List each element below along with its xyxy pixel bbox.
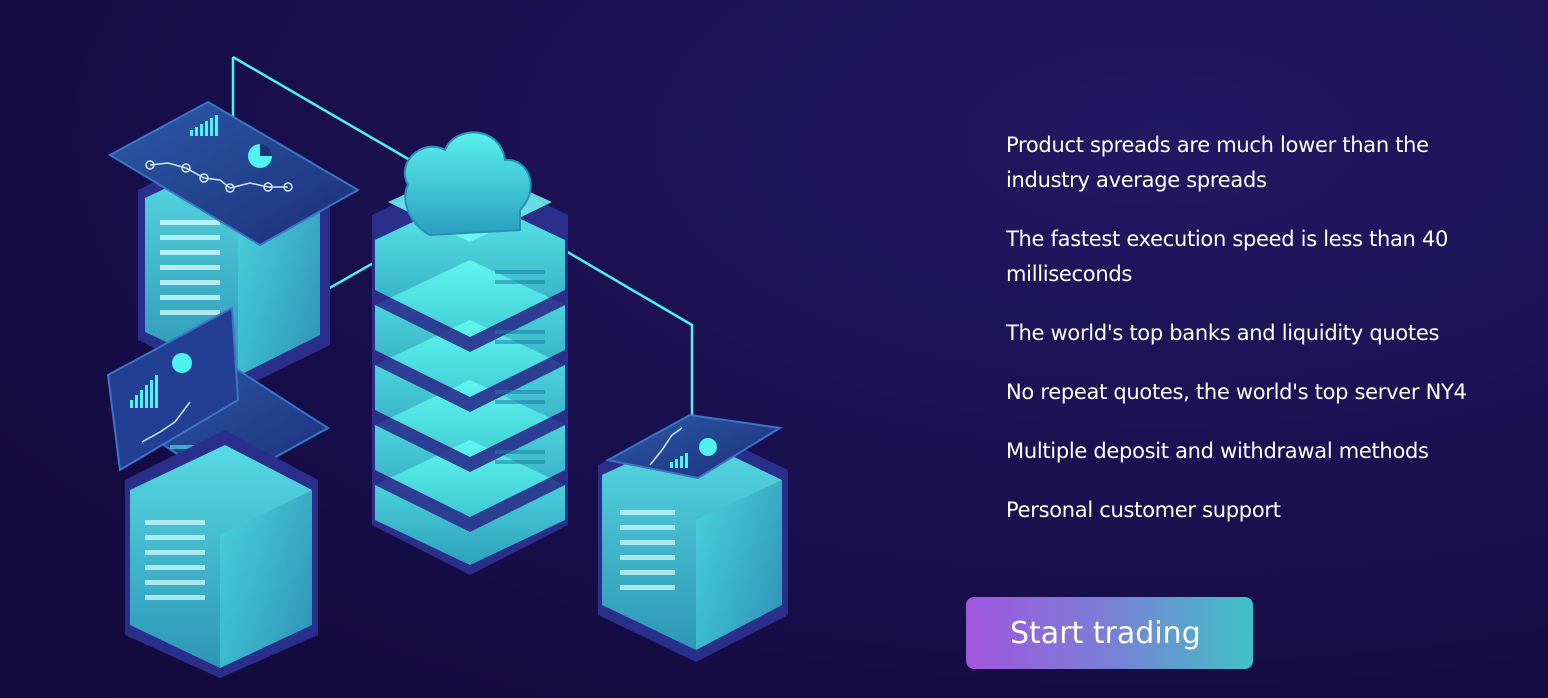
server-rack-icon	[125, 430, 318, 678]
cloud-icon	[403, 131, 532, 237]
feature-item: Personal customer support	[1006, 498, 1281, 522]
feature-item: Multiple deposit and withdrawal methods	[1006, 439, 1429, 463]
hero-section: Product spreads are much lower than the …	[0, 0, 1548, 698]
feature-item: The world's top banks and liquidity quot…	[1006, 321, 1440, 345]
feature-list: Product spreads are much lower than the …	[1006, 128, 1476, 552]
feature-item: Product spreads are much lower than the …	[1006, 133, 1429, 192]
feature-item: The fastest execution speed is less than…	[1006, 227, 1449, 286]
start-trading-button[interactable]: Start trading	[966, 597, 1253, 669]
data-center-illustration	[106, 55, 788, 678]
feature-item: No repeat quotes, the world's top server…	[1006, 380, 1467, 404]
